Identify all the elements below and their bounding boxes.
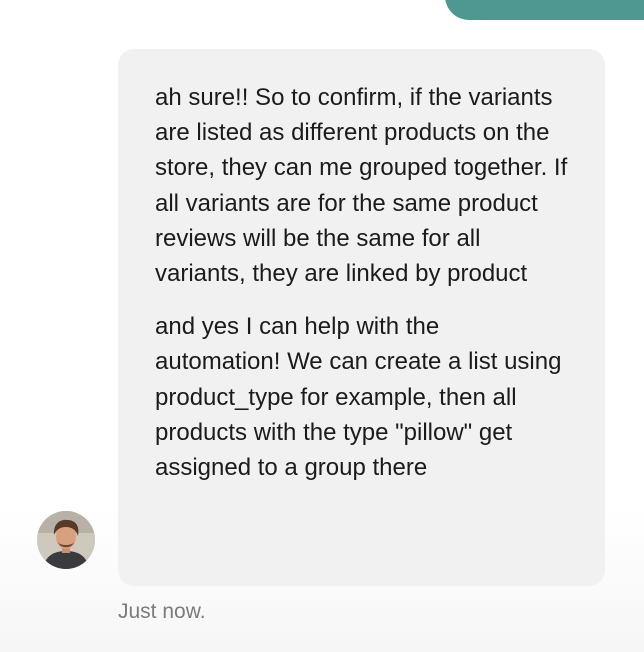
message-paragraph-2: and yes I can help with the automation! … [155,313,562,482]
chat-message: ah sure!! So to confirm, if the variants… [0,0,644,652]
message-paragraph-1: ah sure!! So to confirm, if the variants… [155,84,568,288]
message-bubble: ah sure!! So to confirm, if the variants… [118,49,605,586]
avatar-icon [37,511,95,569]
message-timestamp: Just now. [118,600,206,623]
sender-avatar[interactable] [37,511,95,569]
